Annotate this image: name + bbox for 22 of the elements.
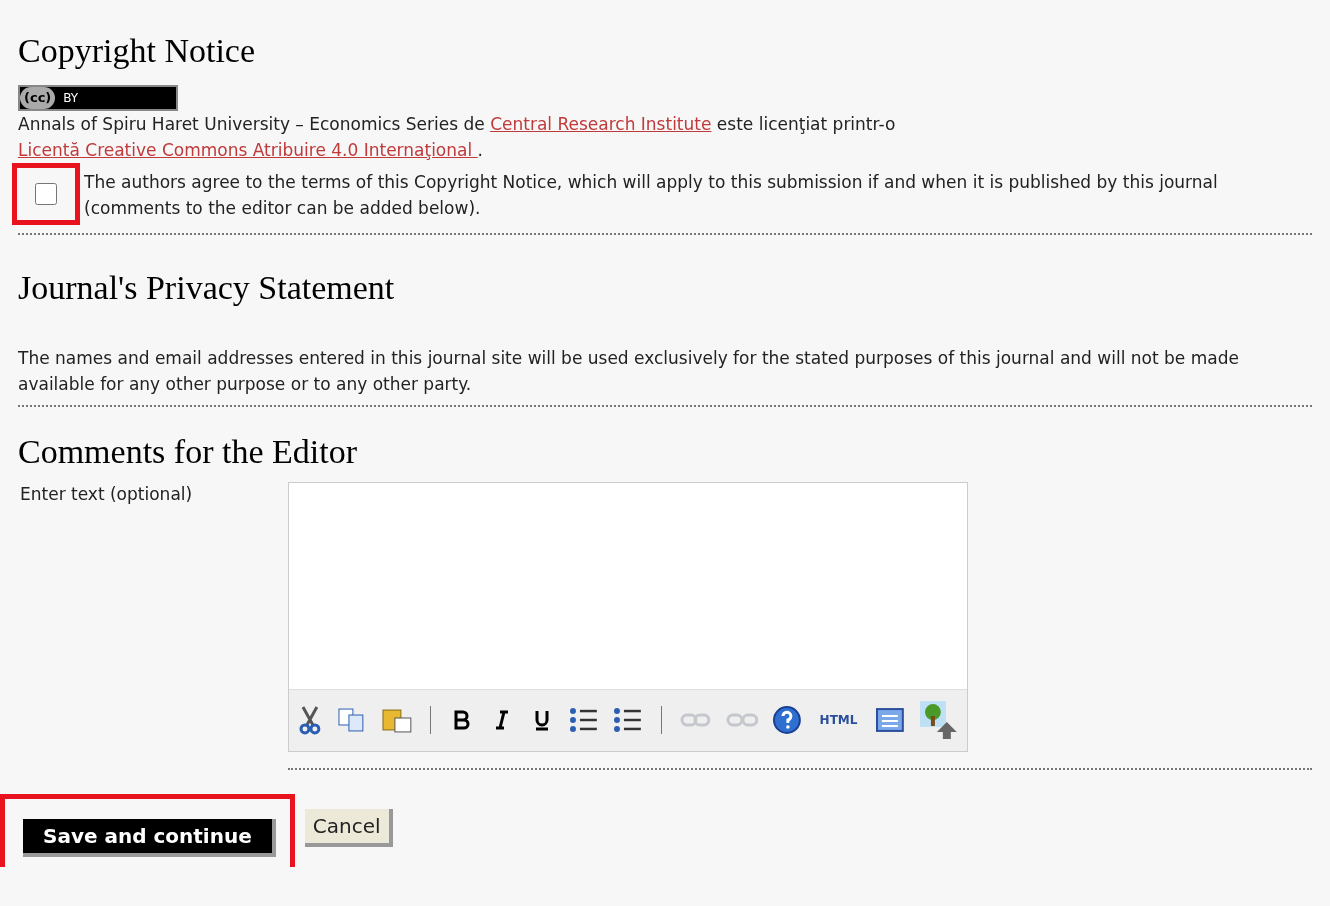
- agree-label: The authors agree to the terms of this Copyright Notice, which will apply to this submission if and when it is published by this journal (comments to the editor can be added below).: [84, 170, 1219, 220]
- agree-checkbox[interactable]: [35, 182, 57, 205]
- image-upload-icon[interactable]: [919, 700, 959, 740]
- bullet-list-icon[interactable]: [569, 706, 600, 734]
- rich-text-editor[interactable]: HTML: [288, 481, 968, 752]
- section-heading: Copyright Notice: [18, 31, 257, 71]
- copy-icon[interactable]: [336, 707, 367, 733]
- scissors-icon[interactable]: [297, 705, 323, 735]
- section-heading: Journal's Privacy Statement: [18, 267, 396, 308]
- clipboard-icon[interactable]: [380, 706, 413, 734]
- cancel-button[interactable]: Cancel: [304, 808, 393, 847]
- help-icon[interactable]: [771, 705, 802, 735]
- save-button[interactable]: Save and continue: [23, 818, 276, 857]
- html-button[interactable]: HTML: [815, 711, 862, 729]
- license-link[interactable]: Licentă Creative Commons Atribuire 4.0 Internaţional: [18, 139, 478, 160]
- license-link[interactable]: Central Research Institute: [490, 113, 712, 134]
- field-label: Enter text (optional): [19, 482, 194, 506]
- section-heading: Comments for the Editor: [18, 432, 358, 472]
- license-text: Annals of Spiru Haret University – Economics Series de Central Research Institute este licenţiat printr-o Licentă Creative Commons Atribuire 4.0 Internaţional .: [18, 112, 897, 162]
- window-icon[interactable]: [875, 707, 906, 733]
- privacy-text: The names and email addresses entered in this journal site will be used exclusively for the stated purposes of this journal and will not be made available for any other purpose or to any other party.: [18, 347, 1240, 396]
- cc-by-license-badge: (cc) BY: [18, 84, 178, 111]
